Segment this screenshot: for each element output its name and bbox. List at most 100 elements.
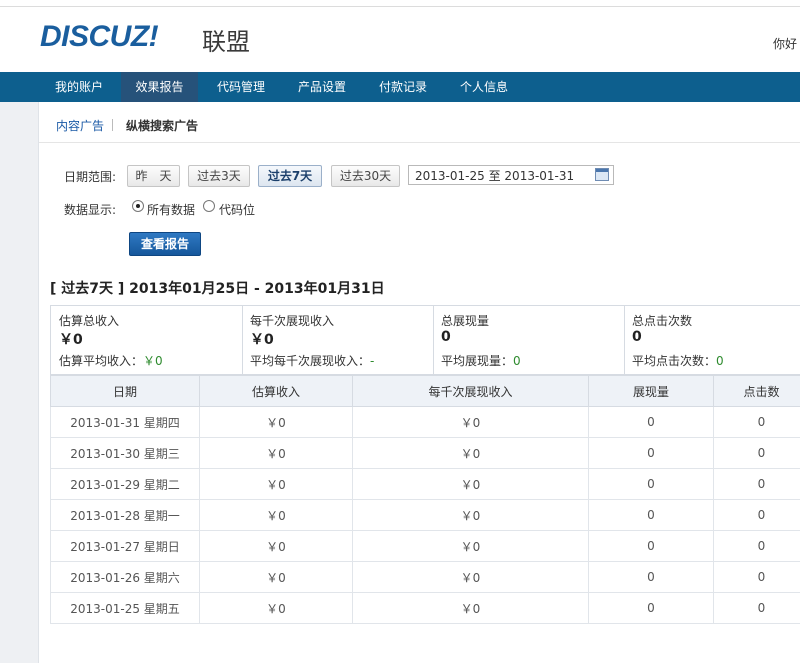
cell-income: ￥0 — [199, 592, 353, 624]
table-row: 2013-01-25 星期五 ￥0 ￥0 0 0 — [50, 592, 800, 624]
cell-date: 2013-01-25 星期五 — [50, 592, 200, 624]
tab-content-ads[interactable]: 内容广告 — [56, 117, 104, 134]
main-nav: 我的账户 效果报告 代码管理 产品设置 付款记录 个人信息 — [0, 72, 800, 102]
cell-impressions: 0 — [588, 561, 714, 593]
top-border — [0, 0, 800, 7]
cell-cpm: ￥0 — [352, 437, 589, 469]
summary-sub-label: 估算平均收入： — [59, 354, 144, 368]
cell-income: ￥0 — [199, 406, 353, 438]
data-display-label: 数据显示: — [64, 203, 117, 217]
summary-title: 每千次展现收入 — [250, 314, 335, 328]
nav-product-settings[interactable]: 产品设置 — [286, 72, 358, 102]
cell-cpm: ￥0 — [352, 530, 589, 562]
summary-sub-value: ￥0 — [143, 354, 163, 368]
nav-report[interactable]: 效果报告 — [121, 72, 198, 102]
cell-clicks: 0 — [713, 406, 800, 438]
cell-income: ￥0 — [199, 499, 353, 531]
header: DISCUZ! 联盟 你好 — [0, 7, 800, 72]
past-30-days-button[interactable]: 过去30天 — [331, 165, 400, 187]
cell-cpm: ￥0 — [352, 499, 589, 531]
summary-panel: 估算总收入 ￥0 估算平均收入：￥0 每千次展现收入 ￥0 平均每千次展现收入：… — [50, 305, 800, 375]
view-report-button[interactable]: 查看报告 — [129, 232, 201, 256]
table-row: 2013-01-30 星期三 ￥0 ￥0 0 0 — [50, 437, 800, 469]
col-clicks: 点击数 — [713, 375, 800, 407]
col-impressions: 展现量 — [588, 375, 714, 407]
cell-date: 2013-01-30 星期三 — [50, 437, 200, 469]
cell-cpm: ￥0 — [352, 561, 589, 593]
cell-impressions: 0 — [588, 592, 714, 624]
past-3-days-button[interactable]: 过去3天 — [188, 165, 250, 187]
cell-date: 2013-01-28 星期一 — [50, 499, 200, 531]
summary-sub-label: 平均点击次数： — [632, 354, 717, 368]
date-range-label: 日期范围: — [64, 170, 117, 184]
summary-title: 总展现量 — [441, 314, 490, 328]
summary-clicks: 总点击次数 0 平均点击次数：0 — [624, 306, 800, 374]
tab-divider — [112, 119, 113, 131]
cell-income: ￥0 — [199, 561, 353, 593]
date-to-word: 至 — [488, 169, 501, 183]
table-row: 2013-01-29 星期二 ￥0 ￥0 0 0 — [50, 468, 800, 500]
report-table: 日期 估算收入 每千次展现收入 展现量 点击数 2013-01-31 星期四 ￥0… — [50, 375, 800, 624]
table-row: 2013-01-31 星期四 ￥0 ￥0 0 0 — [50, 406, 800, 438]
summary-sub: 平均展现量：0 — [441, 352, 521, 369]
col-income: 估算收入 — [199, 375, 353, 407]
cell-cpm: ￥0 — [352, 592, 589, 624]
table-header-row: 日期 估算收入 每千次展现收入 展现量 点击数 — [50, 375, 800, 407]
calendar-icon[interactable] — [595, 168, 609, 181]
cell-income: ￥0 — [199, 468, 353, 500]
yesterday-button[interactable]: 昨 天 — [127, 165, 180, 187]
cell-impressions: 0 — [588, 530, 714, 562]
cell-date: 2013-01-26 星期六 — [50, 561, 200, 593]
cell-date: 2013-01-31 星期四 — [50, 406, 200, 438]
cell-clicks: 0 — [713, 530, 800, 562]
nav-my-account[interactable]: 我的账户 — [41, 72, 117, 102]
summary-sub-value: 0 — [513, 354, 521, 368]
sub-tabs: 内容广告 纵横搜索广告 — [39, 102, 800, 143]
date-to: 2013-01-31 — [504, 169, 575, 183]
table-row: 2013-01-27 星期日 ￥0 ￥0 0 0 — [50, 530, 800, 562]
report-panel: 内容广告 纵横搜索广告 日期范围: 昨 天 过去3天 过去7天 过去30天 20… — [38, 102, 800, 663]
date-range-input[interactable]: 2013-01-25 至 2013-01-31 — [408, 165, 614, 185]
summary-sub: 平均点击次数：0 — [632, 352, 724, 369]
nav-code-management[interactable]: 代码管理 — [205, 72, 277, 102]
summary-sub-value: 0 — [716, 354, 724, 368]
nav-personal-info[interactable]: 个人信息 — [448, 72, 520, 102]
cell-cpm: ￥0 — [352, 468, 589, 500]
cell-impressions: 0 — [588, 406, 714, 438]
cell-clicks: 0 — [713, 499, 800, 531]
cell-impressions: 0 — [588, 468, 714, 500]
radio-all-data-label[interactable]: 所有数据 — [147, 201, 195, 218]
discuz-logo[interactable]: DISCUZ! — [40, 20, 159, 54]
summary-sub-value: - — [370, 354, 375, 368]
cell-date: 2013-01-27 星期日 — [50, 530, 200, 562]
summary-impressions: 总展现量 0 平均展现量：0 — [433, 306, 625, 374]
cell-clicks: 0 — [713, 561, 800, 593]
cell-date: 2013-01-29 星期二 — [50, 468, 200, 500]
summary-total-income: 估算总收入 ￥0 估算平均收入：￥0 — [51, 306, 243, 374]
summary-title: 总点击次数 — [632, 314, 693, 328]
radio-code-slot[interactable] — [203, 200, 215, 212]
radio-all-data[interactable] — [132, 200, 144, 212]
tab-search-ads[interactable]: 纵横搜索广告 — [126, 117, 198, 134]
cell-impressions: 0 — [588, 437, 714, 469]
summary-sub-label: 平均每千次展现收入： — [250, 354, 371, 368]
cell-clicks: 0 — [713, 437, 800, 469]
summary-sub: 估算平均收入：￥0 — [59, 352, 163, 369]
cell-income: ￥0 — [199, 530, 353, 562]
radio-code-slot-label[interactable]: 代码位 — [219, 201, 255, 218]
past-7-days-button[interactable]: 过去7天 — [258, 165, 322, 187]
date-from: 2013-01-25 — [415, 169, 485, 183]
summary-value: ￥0 — [250, 332, 274, 348]
cell-clicks: 0 — [713, 592, 800, 624]
nav-payment-records[interactable]: 付款记录 — [367, 72, 439, 102]
summary-sub-label: 平均展现量： — [441, 354, 514, 368]
summary-value: 0 — [441, 329, 451, 345]
col-date: 日期 — [50, 375, 200, 407]
summary-sub: 平均每千次展现收入：- — [250, 352, 374, 369]
period-title: [ 过去7天 ] 2013年01月25日 - 2013年01月31日 — [50, 281, 385, 297]
cell-income: ￥0 — [199, 437, 353, 469]
summary-value: ￥0 — [59, 332, 83, 348]
summary-value: 0 — [632, 329, 642, 345]
summary-cpm-income: 每千次展现收入 ￥0 平均每千次展现收入：- — [242, 306, 434, 374]
cell-clicks: 0 — [713, 468, 800, 500]
